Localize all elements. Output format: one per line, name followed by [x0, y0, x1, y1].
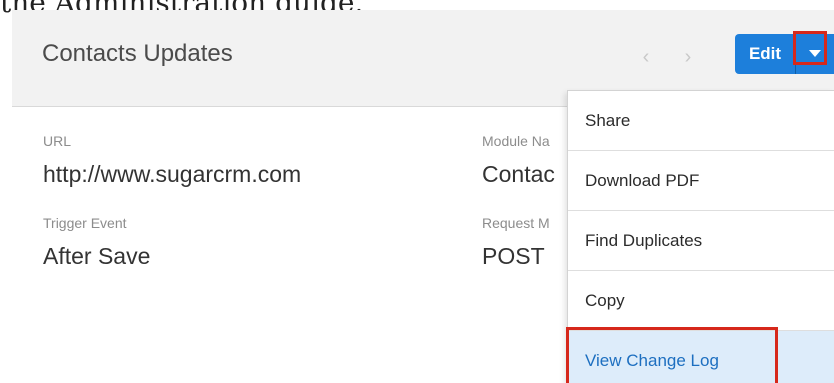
trigger-event-label: Trigger Event [43, 215, 127, 231]
trigger-event-value: After Save [43, 243, 151, 269]
module-name-value: Contac [482, 161, 555, 187]
request-method-label: Request M [482, 215, 550, 231]
right-field-column: Module Na Contac Request M POST [482, 120, 567, 280]
screenshot-stage: the Administration guide. Contacts Updat… [0, 0, 834, 383]
chevron-right-icon[interactable]: › [679, 46, 697, 68]
actions-dropdown-menu: Share Download PDF Find Duplicates Copy … [567, 90, 834, 383]
chevron-left-icon[interactable]: ‹ [637, 46, 655, 68]
request-method-value: POST [482, 243, 545, 269]
record-title: Contacts Updates [42, 40, 233, 67]
menu-item-view-change-log[interactable]: View Change Log [568, 331, 834, 383]
url-value: http://www.sugarcrm.com [43, 161, 302, 187]
caret-down-icon [809, 50, 821, 57]
actions-dropdown-toggle[interactable] [795, 34, 834, 74]
url-label: URL [43, 133, 72, 149]
menu-item-copy[interactable]: Copy [568, 271, 834, 330]
module-name-label: Module Na [482, 133, 550, 149]
menu-item-download-pdf[interactable]: Download PDF [568, 151, 834, 210]
menu-item-share[interactable]: Share [568, 91, 834, 150]
edit-button[interactable]: Edit [735, 34, 795, 74]
menu-item-find-duplicates[interactable]: Find Duplicates [568, 211, 834, 270]
